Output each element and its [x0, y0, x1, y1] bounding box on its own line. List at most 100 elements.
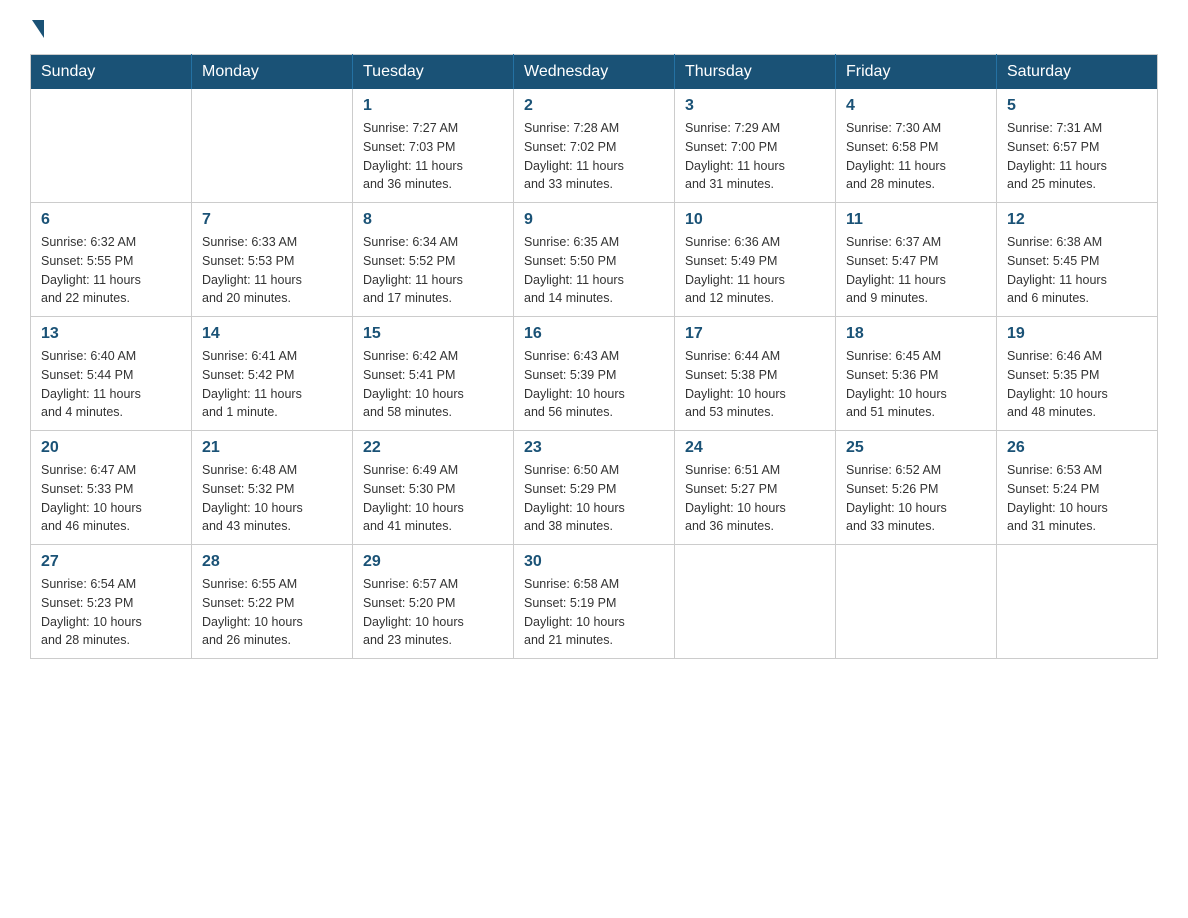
day-info: Sunrise: 6:44 AM Sunset: 5:38 PM Dayligh…: [685, 347, 825, 422]
calendar-cell: 18Sunrise: 6:45 AM Sunset: 5:36 PM Dayli…: [836, 317, 997, 431]
day-number: 25: [846, 439, 986, 457]
day-info: Sunrise: 6:41 AM Sunset: 5:42 PM Dayligh…: [202, 347, 342, 422]
day-info: Sunrise: 6:34 AM Sunset: 5:52 PM Dayligh…: [363, 233, 503, 308]
calendar-cell: [192, 89, 353, 203]
calendar-week-row: 1Sunrise: 7:27 AM Sunset: 7:03 PM Daylig…: [31, 89, 1158, 203]
day-info: Sunrise: 6:48 AM Sunset: 5:32 PM Dayligh…: [202, 461, 342, 536]
day-info: Sunrise: 7:31 AM Sunset: 6:57 PM Dayligh…: [1007, 119, 1147, 194]
day-number: 3: [685, 97, 825, 115]
day-info: Sunrise: 6:53 AM Sunset: 5:24 PM Dayligh…: [1007, 461, 1147, 536]
calendar-cell: 19 Sunrise: 6:46 AM Sunset: 5:35 PM Dayli…: [997, 317, 1158, 431]
logo-arrow-icon: [32, 20, 44, 38]
day-number: 11: [846, 211, 986, 229]
day-number: 24: [685, 439, 825, 457]
day-number: 8: [363, 211, 503, 229]
day-info: Sunrise: 6:50 AM Sunset: 5:29 PM Dayligh…: [524, 461, 664, 536]
calendar-cell: 7 Sunrise: 6:33 AM Sunset: 5:53 PM Daylig…: [192, 203, 353, 317]
calendar-cell: 15 Sunrise: 6:42 AM Sunset: 5:41 PM Dayli…: [353, 317, 514, 431]
calendar-cell: 30 Sunrise: 6:58 AM Sunset: 5:19 PM Dayli…: [514, 545, 675, 659]
day-info: Sunrise: 6:36 AM Sunset: 5:49 PM Dayligh…: [685, 233, 825, 308]
calendar-week-row: 20 Sunrise: 6:47 AM Sunset: 5:33 PM Dayli…: [31, 431, 1158, 545]
day-number: 4: [846, 97, 986, 115]
calendar-cell: 10 Sunrise: 6:36 AM Sunset: 5:49 PM Dayli…: [675, 203, 836, 317]
calendar-week-row: 6 Sunrise: 6:32 AM Sunset: 5:55 PM Daylig…: [31, 203, 1158, 317]
day-info: Sunrise: 6:35 AM Sunset: 5:50 PM Dayligh…: [524, 233, 664, 308]
calendar-cell: 4 Sunrise: 7:30 AM Sunset: 6:58 PM Daylig…: [836, 89, 997, 203]
col-tuesday: Tuesday: [353, 55, 514, 90]
col-sunday: Sunday: [31, 55, 192, 90]
calendar-cell: 16 Sunrise: 6:43 AM Sunset: 5:39 PM Dayli…: [514, 317, 675, 431]
calendar-cell: 2 Sunrise: 7:28 AM Sunset: 7:02 PM Daylig…: [514, 89, 675, 203]
col-wednesday: Wednesday: [514, 55, 675, 90]
day-info: Sunrise: 6:33 AM Sunset: 5:53 PM Dayligh…: [202, 233, 342, 308]
col-saturday: Saturday: [997, 55, 1158, 90]
col-thursday: Thursday: [675, 55, 836, 90]
day-info: Sunrise: 7:27 AM Sunset: 7:03 PM Dayligh…: [363, 119, 503, 194]
day-number: 16: [524, 325, 664, 343]
day-number: 10: [685, 211, 825, 229]
day-info: Sunrise: 6:40 AM Sunset: 5:44 PM Dayligh…: [41, 347, 181, 422]
day-number: 5: [1007, 97, 1147, 115]
calendar-cell: 23 Sunrise: 6:50 AM Sunset: 5:29 PM Dayli…: [514, 431, 675, 545]
day-info: Sunrise: 7:29 AM Sunset: 7:00 PM Dayligh…: [685, 119, 825, 194]
day-number: 26: [1007, 439, 1147, 457]
day-number: 28: [202, 553, 342, 571]
day-number: 2: [524, 97, 664, 115]
day-info: Sunrise: 6:51 AM Sunset: 5:27 PM Dayligh…: [685, 461, 825, 536]
col-friday: Friday: [836, 55, 997, 90]
day-number: 6: [41, 211, 181, 229]
day-number: 27: [41, 553, 181, 571]
day-info: Sunrise: 6:54 AM Sunset: 5:23 PM Dayligh…: [41, 575, 181, 650]
day-number: 20: [41, 439, 181, 457]
day-info: Sunrise: 6:52 AM Sunset: 5:26 PM Dayligh…: [846, 461, 986, 536]
day-number: 29: [363, 553, 503, 571]
day-info: Sunrise: 6:57 AM Sunset: 5:20 PM Dayligh…: [363, 575, 503, 650]
day-number: 12: [1007, 211, 1147, 229]
calendar-cell: 3 Sunrise: 7:29 AM Sunset: 7:00 PM Daylig…: [675, 89, 836, 203]
calendar-cell: 11 Sunrise: 6:37 AM Sunset: 5:47 PM Dayli…: [836, 203, 997, 317]
day-info: Sunrise: 6:49 AM Sunset: 5:30 PM Dayligh…: [363, 461, 503, 536]
calendar-cell: [675, 545, 836, 659]
calendar-cell: [31, 89, 192, 203]
day-number: 23: [524, 439, 664, 457]
day-info: Sunrise: 6:37 AM Sunset: 5:47 PM Dayligh…: [846, 233, 986, 308]
day-info: Sunrise: 7:28 AM Sunset: 7:02 PM Dayligh…: [524, 119, 664, 194]
day-info: Sunrise: 6:38 AM Sunset: 5:45 PM Dayligh…: [1007, 233, 1147, 308]
day-info: Sunrise: 6:55 AM Sunset: 5:22 PM Dayligh…: [202, 575, 342, 650]
calendar-cell: [836, 545, 997, 659]
day-number: 22: [363, 439, 503, 457]
day-number: 17: [685, 325, 825, 343]
day-number: 30: [524, 553, 664, 571]
calendar-cell: 1Sunrise: 7:27 AM Sunset: 7:03 PM Daylig…: [353, 89, 514, 203]
day-number: 19: [1007, 325, 1147, 343]
calendar-week-row: 27 Sunrise: 6:54 AM Sunset: 5:23 PM Dayli…: [31, 545, 1158, 659]
calendar-week-row: 13 Sunrise: 6:40 AM Sunset: 5:44 PM Dayli…: [31, 317, 1158, 431]
calendar-cell: 8 Sunrise: 6:34 AM Sunset: 5:52 PM Daylig…: [353, 203, 514, 317]
day-info: Sunrise: 6:45 AM Sunset: 5:36 PM Dayligh…: [846, 347, 986, 422]
day-info: Sunrise: 6:43 AM Sunset: 5:39 PM Dayligh…: [524, 347, 664, 422]
day-info: Sunrise: 6:42 AM Sunset: 5:41 PM Dayligh…: [363, 347, 503, 422]
day-number: 13: [41, 325, 181, 343]
day-info: Sunrise: 6:46 AM Sunset: 5:35 PM Dayligh…: [1007, 347, 1147, 422]
calendar-cell: 21Sunrise: 6:48 AM Sunset: 5:32 PM Dayli…: [192, 431, 353, 545]
page-header: [30, 20, 1158, 38]
day-number: 7: [202, 211, 342, 229]
calendar-cell: 26 Sunrise: 6:53 AM Sunset: 5:24 PM Dayli…: [997, 431, 1158, 545]
day-number: 15: [363, 325, 503, 343]
day-info: Sunrise: 6:58 AM Sunset: 5:19 PM Dayligh…: [524, 575, 664, 650]
calendar-cell: 28 Sunrise: 6:55 AM Sunset: 5:22 PM Dayli…: [192, 545, 353, 659]
day-info: Sunrise: 7:30 AM Sunset: 6:58 PM Dayligh…: [846, 119, 986, 194]
calendar-cell: 14 Sunrise: 6:41 AM Sunset: 5:42 PM Dayli…: [192, 317, 353, 431]
day-number: 14: [202, 325, 342, 343]
calendar-cell: 9Sunrise: 6:35 AM Sunset: 5:50 PM Daylig…: [514, 203, 675, 317]
calendar-cell: 12 Sunrise: 6:38 AM Sunset: 5:45 PM Dayli…: [997, 203, 1158, 317]
calendar-cell: 29 Sunrise: 6:57 AM Sunset: 5:20 PM Dayli…: [353, 545, 514, 659]
calendar-cell: 5 Sunrise: 7:31 AM Sunset: 6:57 PM Daylig…: [997, 89, 1158, 203]
day-info: Sunrise: 6:47 AM Sunset: 5:33 PM Dayligh…: [41, 461, 181, 536]
calendar-cell: 17 Sunrise: 6:44 AM Sunset: 5:38 PM Dayli…: [675, 317, 836, 431]
calendar-table: Sunday Monday Tuesday Wednesday Thursday…: [30, 54, 1158, 659]
calendar-cell: [997, 545, 1158, 659]
day-info: Sunrise: 6:32 AM Sunset: 5:55 PM Dayligh…: [41, 233, 181, 308]
col-monday: Monday: [192, 55, 353, 90]
logo: [30, 20, 46, 38]
